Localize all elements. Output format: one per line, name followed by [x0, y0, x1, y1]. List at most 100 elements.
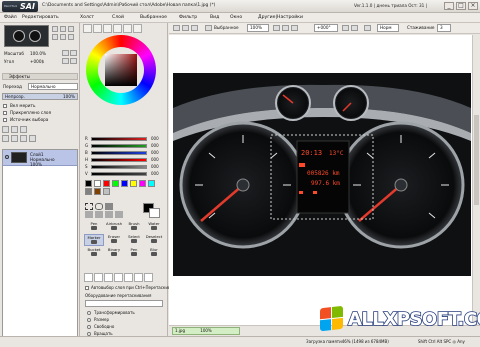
hsv-slider-tab-icon[interactable] [103, 24, 112, 33]
palette-swatch[interactable] [85, 180, 92, 187]
lasso-tool-icon[interactable] [95, 203, 103, 210]
menu-view[interactable]: Вид [210, 15, 219, 20]
flip-horizontal-icon[interactable] [364, 25, 371, 31]
tool-water[interactable]: Water [144, 221, 164, 233]
color-slider-row[interactable]: S 000 [85, 164, 164, 170]
zoom-reset-button[interactable] [68, 26, 74, 32]
angle-minus-button[interactable] [62, 58, 69, 64]
hand-tool-icon[interactable] [115, 211, 123, 218]
rotate-reset-button[interactable] [68, 34, 74, 40]
color-slider-bar[interactable] [91, 165, 147, 169]
color-slider-bar[interactable] [91, 137, 147, 141]
menu-file[interactable]: Файл [4, 15, 17, 20]
color-slider-row[interactable]: H 000 [85, 157, 164, 163]
menu-other-settings[interactable]: Другие|Настройки [258, 15, 303, 20]
color-wheel[interactable] [86, 35, 156, 105]
maximize-button[interactable]: □ [456, 2, 466, 10]
transfer-down-icon[interactable] [11, 135, 18, 142]
checkbox[interactable] [3, 118, 7, 122]
zoom-in-button[interactable] [52, 26, 58, 32]
palette-swatch[interactable] [85, 188, 92, 195]
palette-swatch[interactable] [103, 188, 110, 195]
deselect-icon[interactable] [182, 25, 189, 31]
effects-section[interactable]: Эффекты [2, 73, 78, 80]
color-slider-row[interactable]: G 000 [85, 143, 164, 149]
scroll-thumb[interactable] [474, 115, 479, 205]
menu-canvas[interactable]: Холст [80, 15, 94, 20]
color-slider-row[interactable]: V 000 [85, 171, 164, 177]
radio-transform[interactable]: Трансформировать [87, 310, 167, 316]
menu-selection[interactable]: Выбранное [140, 15, 167, 20]
tool-blur[interactable]: Blur [144, 247, 164, 259]
palette-swatch[interactable] [130, 180, 137, 187]
document-tab[interactable]: 1.jpg 100% [172, 327, 240, 335]
eye-icon[interactable] [5, 155, 9, 159]
zoom-fit-icon[interactable] [291, 25, 298, 31]
zoom-out-icon[interactable] [282, 25, 289, 31]
minimize-button[interactable]: _ [444, 2, 454, 10]
clear-layer-icon[interactable] [20, 135, 27, 142]
scratchpad-tab-icon[interactable] [133, 24, 142, 33]
rotate-ccw-icon[interactable] [342, 25, 349, 31]
palette-swatch[interactable] [139, 180, 146, 187]
checkbox[interactable] [3, 111, 7, 115]
invert-selection-icon[interactable] [191, 25, 198, 31]
zoom-select[interactable]: 100% [247, 24, 269, 32]
size-preset[interactable] [94, 273, 103, 282]
color-slider-bar[interactable] [91, 151, 147, 155]
layer-row[interactable]: Слой1 Нормально 100% [3, 150, 77, 167]
palette-swatch[interactable] [112, 180, 119, 187]
smoothing-select[interactable]: 3 [437, 24, 451, 32]
color-slider-bar[interactable] [91, 172, 147, 176]
menu-layer[interactable]: Слой [112, 15, 124, 20]
show-selection-icon[interactable] [205, 25, 212, 31]
new-linework-icon[interactable] [20, 126, 27, 133]
tool-select[interactable]: Select [124, 234, 144, 246]
check-attach[interactable]: Прикреплено слоя [3, 110, 79, 116]
color-slider-row[interactable]: R 000 [85, 136, 164, 142]
gradient-tab-icon[interactable] [113, 24, 122, 33]
select-mode-icon[interactable] [173, 25, 180, 31]
tool-binary[interactable]: Binary [104, 247, 124, 259]
tool-airbrush[interactable]: Airbrush [104, 221, 124, 233]
rotate-right-button[interactable] [60, 34, 66, 40]
color-wheel-tab-icon[interactable] [83, 24, 92, 33]
auto-select-check[interactable]: Автовыбор слоя при Ctrl+Перетаскив. [85, 285, 172, 291]
radio[interactable] [87, 325, 91, 329]
vertical-scrollbar[interactable] [472, 35, 480, 325]
size-preset[interactable] [114, 273, 123, 282]
rotate-cw-icon[interactable] [351, 25, 358, 31]
mode-select[interactable]: Норм [377, 24, 399, 32]
color-slider-bar[interactable] [91, 158, 147, 162]
size-preset[interactable] [124, 273, 133, 282]
opacity-slider[interactable]: Непрозр. 100% [2, 93, 78, 100]
menu-edit[interactable]: Редактировать [22, 15, 59, 20]
palette-swatch[interactable] [103, 180, 110, 187]
color-slider-row[interactable]: B 000 [85, 150, 164, 156]
checkbox[interactable] [85, 286, 89, 290]
radio[interactable] [87, 318, 91, 322]
angle-select[interactable]: +000° [314, 24, 338, 32]
blend-mode-select[interactable]: Нормально [28, 83, 78, 90]
drag-mode-field[interactable] [85, 300, 163, 307]
rgb-slider-tab-icon[interactable] [93, 24, 102, 33]
zoom-value[interactable]: 100.0% [30, 51, 46, 56]
color-slider-bar[interactable] [91, 144, 147, 148]
marquee-tool-icon[interactable] [85, 203, 93, 210]
tool-deselect[interactable]: Deselect [144, 234, 164, 246]
close-button[interactable]: × [468, 2, 478, 10]
menu-filter[interactable]: Фильтр [179, 15, 197, 20]
zoom-minus-button[interactable] [62, 50, 69, 56]
new-layerset-icon[interactable] [11, 126, 18, 133]
color-swatch[interactable] [143, 203, 161, 218]
radio-free[interactable]: Свободно [87, 324, 167, 330]
navigator-preview[interactable] [4, 25, 49, 47]
rotate-left-button[interactable] [52, 34, 58, 40]
size-preset[interactable] [134, 273, 143, 282]
check-source[interactable]: Источник выбора [3, 117, 79, 123]
zoom-in-icon[interactable] [273, 25, 280, 31]
move-tool-icon[interactable] [85, 211, 93, 218]
zoom-tool-icon[interactable] [95, 211, 103, 218]
tool-marker[interactable]: Marker [84, 234, 104, 246]
palette-swatch[interactable] [121, 180, 128, 187]
